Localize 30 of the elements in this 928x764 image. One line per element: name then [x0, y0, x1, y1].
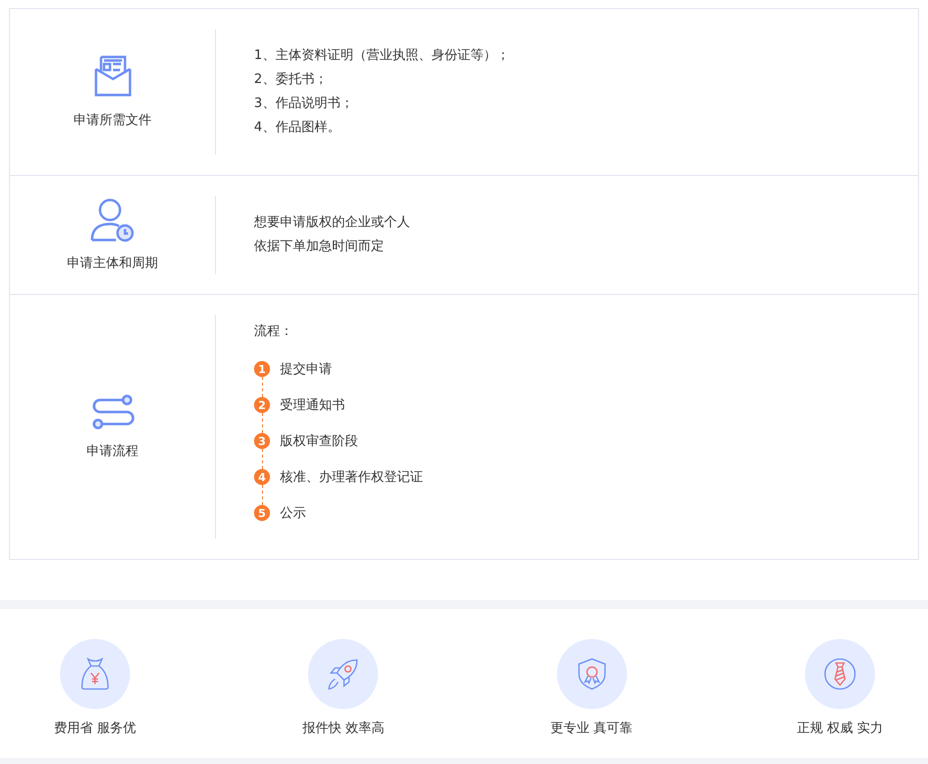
money-bag-icon	[80, 657, 110, 691]
list-item: 4、作品图样。	[254, 119, 342, 137]
list-item: 3、作品说明书；	[254, 95, 354, 113]
feature-label: 费用省 服务优	[54, 720, 136, 737]
feature-label: 报件快 效率高	[302, 720, 384, 737]
step-label: 版权审查阶段	[280, 433, 358, 450]
feature-label: 更专业 真可靠	[550, 720, 633, 737]
step-label: 公示	[280, 505, 306, 522]
section-title: 申请流程	[86, 443, 138, 460]
feature-label: 正规 权威 实力	[796, 720, 884, 737]
necktie-icon	[822, 657, 857, 691]
steps-heading: 流程：	[254, 323, 294, 341]
rocket-icon	[326, 657, 360, 691]
person-clock-icon	[90, 198, 136, 242]
description-text: 依据下单加急时间而定	[254, 238, 385, 256]
shield-badge-icon	[576, 657, 607, 691]
step-number-badge: 1	[254, 361, 270, 377]
description-text: 想要申请版权的企业或个人	[254, 214, 410, 232]
step-label: 核准、办理著作权登记证	[280, 469, 423, 486]
step-number-badge: 3	[254, 433, 270, 449]
step-number-badge: 4	[254, 469, 270, 485]
section-title: 申请所需文件	[74, 112, 152, 129]
list-item: 1、主体资料证明（营业执照、身份证等）；	[254, 47, 510, 65]
list-item: 2、委托书；	[254, 71, 328, 89]
step-label: 受理通知书	[280, 397, 345, 414]
step-number-badge: 2	[254, 397, 270, 413]
step-number-badge: 5	[254, 505, 270, 521]
section-title: 申请主体和周期	[67, 255, 158, 272]
flow-path-icon	[90, 394, 134, 430]
step-label: 提交申请	[280, 361, 332, 378]
